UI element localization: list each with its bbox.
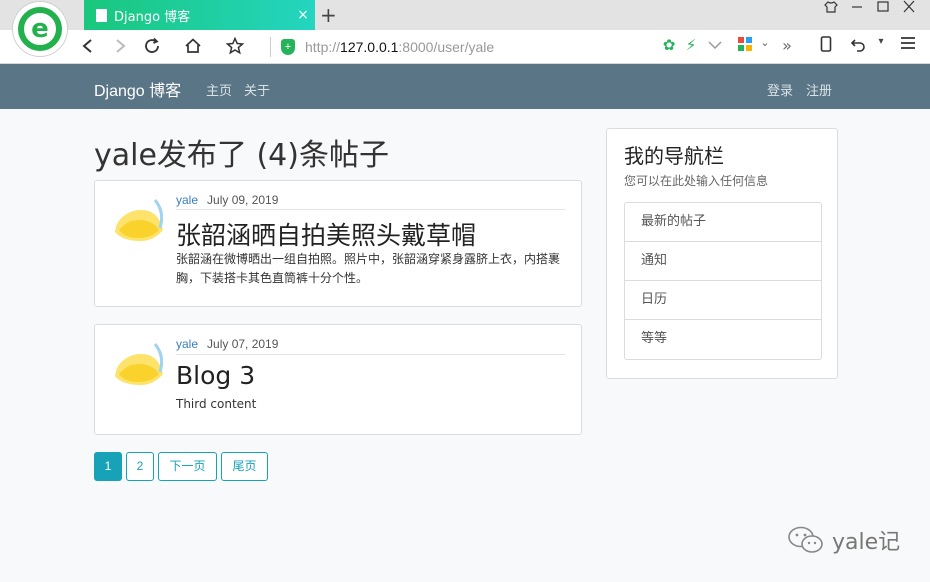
post-meta: yale July 09, 2019 <box>176 193 278 207</box>
browser-toolbar: + http://127.0.0.1:8000/user/yale ✿ ⚡ ⌄ … <box>0 30 930 64</box>
post-content: Third content <box>176 397 257 411</box>
lightning-icon[interactable]: ⚡ <box>681 36 701 54</box>
page-icon <box>96 8 107 22</box>
post-content: 张韶涵在微博晒出一组自拍照。照片中，张韶涵穿紧身露脐上衣，内搭裹胸，下装搭卡其色… <box>176 252 561 285</box>
undo-icon[interactable] <box>848 36 868 56</box>
sidebar-item-latest[interactable]: 最新的帖子 <box>625 203 821 242</box>
post-title-link[interactable]: Blog 3 <box>176 361 255 390</box>
post-date: July 09, 2019 <box>207 193 279 207</box>
phone-icon[interactable] <box>816 36 836 56</box>
more-extensions-icon[interactable]: » <box>777 36 797 55</box>
nav-link-register[interactable]: 注册 <box>806 80 832 99</box>
meta-divider <box>176 209 565 210</box>
watermark-text: yale记 <box>832 530 901 555</box>
post-title-link[interactable]: 张韶涵晒自拍美照头戴草帽 <box>176 216 476 252</box>
minimize-icon[interactable] <box>844 0 870 24</box>
browser-logo: e <box>12 1 68 57</box>
page-button-2[interactable]: 2 <box>126 452 154 481</box>
browser-tab-active[interactable]: Django 博客 × <box>84 0 315 30</box>
undo-dropdown-icon[interactable]: ▾ <box>871 36 891 47</box>
nav-link-about[interactable]: 关于 <box>244 80 270 99</box>
apps-dropdown-icon[interactable]: ⌄ <box>755 36 775 49</box>
browser-tab-bar: Django 博客 × + <box>0 0 930 30</box>
post-meta: yale July 07, 2019 <box>176 337 278 351</box>
chevron-down-icon[interactable] <box>705 36 725 54</box>
back-icon[interactable] <box>77 35 99 57</box>
page-title: yale发布了 (4)条帖子 <box>94 138 389 173</box>
sidebar-item-notifications[interactable]: 通知 <box>625 242 821 281</box>
home-icon[interactable] <box>182 35 204 57</box>
gear-icon[interactable]: ✿ <box>659 36 679 54</box>
avatar[interactable] <box>113 338 163 388</box>
browser-logo-icon: e <box>18 7 62 51</box>
skin-icon[interactable] <box>818 0 844 24</box>
star-icon[interactable] <box>224 35 246 57</box>
wechat-icon <box>788 526 823 553</box>
maximize-icon[interactable] <box>870 0 896 24</box>
sidebar-item-etc[interactable]: 等等 <box>625 320 821 359</box>
sidebar-list: 最新的帖子 通知 日历 等等 <box>624 202 822 360</box>
shield-icon[interactable]: + <box>281 39 295 55</box>
meta-divider <box>176 354 565 355</box>
forward-icon[interactable] <box>109 35 131 57</box>
url-path: :8000/user/yale <box>398 39 495 55</box>
watermark: yale记 <box>786 524 900 556</box>
sidebar-title: 我的导航栏 <box>624 144 724 168</box>
site-navbar: Django 博客 主页 关于 登录 注册 <box>0 64 930 109</box>
avatar[interactable] <box>113 194 163 244</box>
reload-icon[interactable] <box>141 35 163 57</box>
sidebar-subtitle: 您可以在此处输入任何信息 <box>624 174 769 188</box>
tab-close-button[interactable]: × <box>291 7 315 23</box>
address-bar[interactable]: + http://127.0.0.1:8000/user/yale <box>270 34 656 60</box>
sidebar-item-calendar[interactable]: 日历 <box>625 281 821 320</box>
url-host: 127.0.0.1 <box>340 39 399 55</box>
post-author-link[interactable]: yale <box>176 337 198 351</box>
post-author-link[interactable]: yale <box>176 193 198 207</box>
next-page-button[interactable]: 下一页 <box>158 452 217 481</box>
close-window-icon[interactable] <box>896 0 922 24</box>
post-date: July 07, 2019 <box>207 337 279 351</box>
url-protocol: http:// <box>305 39 341 55</box>
post-card: yale July 07, 2019 Blog 3 Third content <box>94 324 582 435</box>
tab-title: Django 博客 <box>114 9 191 25</box>
nav-link-home[interactable]: 主页 <box>206 80 232 99</box>
address-separator <box>270 37 271 57</box>
new-tab-button[interactable]: + <box>320 3 337 27</box>
sidebar: 我的导航栏 您可以在此处输入任何信息 最新的帖子 通知 日历 等等 <box>606 128 838 379</box>
menu-icon[interactable] <box>898 36 918 54</box>
apps-icon[interactable] <box>735 36 755 56</box>
post-card: yale July 09, 2019 张韶涵晒自拍美照头戴草帽 张韶涵在微博晒出一… <box>94 180 582 307</box>
nav-link-login[interactable]: 登录 <box>767 80 793 99</box>
last-page-button[interactable]: 尾页 <box>221 452 268 481</box>
page-button-1[interactable]: 1 <box>94 452 122 481</box>
site-brand[interactable]: Django 博客 <box>94 77 181 101</box>
